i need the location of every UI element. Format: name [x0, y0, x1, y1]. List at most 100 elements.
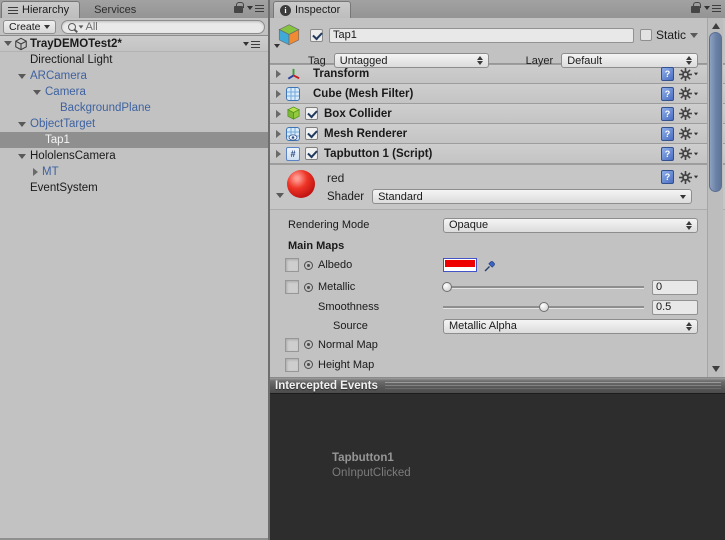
foldout-closed-icon[interactable]	[276, 150, 281, 158]
normal-map-label: Normal Map	[318, 339, 378, 351]
mesh-renderer-icon	[285, 126, 301, 142]
hierarchy-item-camera[interactable]: Camera	[0, 84, 268, 100]
material-foldout-icon[interactable]	[276, 193, 284, 198]
albedo-label: Albedo	[318, 259, 352, 271]
normal-map-target-icon[interactable]	[304, 340, 313, 349]
help-icon[interactable]: ?	[661, 107, 674, 121]
gameobject-icon-dropdown[interactable]	[274, 44, 280, 48]
tag-dropdown[interactable]: Untagged	[334, 53, 489, 68]
gear-icon[interactable]	[679, 147, 699, 160]
rendering-mode-dropdown[interactable]: Opaque	[443, 218, 698, 233]
foldout-open-icon[interactable]	[18, 74, 26, 79]
inspector-scrollbar[interactable]	[707, 18, 723, 377]
rendering-mode-row: Rendering Mode Opaque	[270, 217, 725, 233]
static-dropdown-arrow[interactable]	[690, 33, 698, 38]
gear-icon[interactable]	[679, 87, 699, 100]
component-box-collider[interactable]: Box Collider ?	[270, 104, 725, 124]
gear-icon[interactable]	[679, 107, 699, 120]
help-icon[interactable]: ?	[661, 67, 674, 81]
tab-services-label: Services	[94, 4, 136, 16]
layer-dropdown[interactable]: Default	[561, 53, 698, 68]
tab-hierarchy[interactable]: Hierarchy	[1, 1, 80, 18]
static-checkbox[interactable]	[640, 29, 652, 41]
component-tapbutton-script[interactable]: # Tapbutton 1 (Script) ?	[270, 144, 725, 164]
smoothness-slider[interactable]	[443, 299, 644, 315]
hierarchy-tree: TrayDEMOTest2* Directional Light ARCamer…	[0, 36, 268, 196]
lock-icon[interactable]	[234, 6, 243, 13]
scene-foldout-icon[interactable]	[4, 41, 12, 46]
intercepted-events-header[interactable]: Intercepted Events	[270, 377, 725, 393]
create-button[interactable]: Create	[3, 20, 56, 34]
pane-menu-icon[interactable]	[704, 4, 721, 12]
hierarchy-item-eventsystem[interactable]: EventSystem	[0, 180, 268, 196]
source-dropdown[interactable]: Metallic Alpha	[443, 319, 698, 334]
lock-icon[interactable]	[691, 6, 700, 13]
eyedropper-icon[interactable]	[483, 258, 498, 273]
component-enabled-checkbox[interactable]	[305, 147, 318, 160]
dropdown-arrows-icon	[686, 322, 692, 331]
hierarchy-item-tap1-selected[interactable]: Tap1	[0, 132, 268, 148]
scroll-up-arrow[interactable]	[710, 20, 722, 32]
help-icon[interactable]: ?	[661, 87, 674, 101]
material-header[interactable]: red Shader Standard ?	[270, 164, 725, 210]
smoothness-slider-knob[interactable]	[539, 302, 549, 312]
help-icon[interactable]: ?	[661, 170, 674, 184]
gameobject-active-checkbox[interactable]	[310, 29, 323, 42]
scene-menu-icon[interactable]	[243, 40, 260, 48]
shader-dropdown[interactable]: Standard	[372, 189, 692, 204]
pane-menu-icon[interactable]	[247, 4, 264, 12]
component-enabled-checkbox[interactable]	[305, 107, 318, 120]
metallic-value-field[interactable]	[652, 280, 698, 295]
foldout-open-icon[interactable]	[18, 122, 26, 127]
material-properties: Rendering Mode Opaque Main Maps Albedo	[270, 217, 725, 372]
hierarchy-item-directional-light[interactable]: Directional Light	[0, 52, 268, 68]
metallic-texture-slot[interactable]	[285, 280, 299, 294]
smoothness-label: Smoothness	[318, 301, 379, 313]
metallic-row: Metallic	[270, 279, 725, 295]
tab-inspector[interactable]: i Inspector	[273, 1, 351, 18]
gear-icon[interactable]	[679, 68, 699, 81]
gear-icon[interactable]	[679, 171, 699, 184]
tab-services[interactable]: Services	[80, 4, 150, 18]
height-map-target-icon[interactable]	[304, 360, 313, 369]
component-mesh-renderer[interactable]: Mesh Renderer ?	[270, 124, 725, 144]
help-icon[interactable]: ?	[661, 127, 674, 141]
hierarchy-tabbar: Hierarchy Services	[0, 0, 268, 18]
hierarchy-item-mt[interactable]: MT	[0, 164, 268, 180]
metallic-slider[interactable]	[443, 279, 644, 295]
normal-map-texture-slot[interactable]	[285, 338, 299, 352]
hierarchy-item-backgroundplane[interactable]: BackgroundPlane	[0, 100, 268, 116]
foldout-open-icon[interactable]	[18, 154, 26, 159]
gear-icon[interactable]	[679, 127, 699, 140]
albedo-texture-slot[interactable]	[285, 258, 299, 272]
gameobject-name-field[interactable]	[329, 28, 634, 43]
search-filter-arrow[interactable]	[78, 25, 83, 28]
scene-header[interactable]: TrayDEMOTest2*	[0, 36, 268, 52]
gameobject-header: Static Tag Untagged Layer Default	[270, 18, 725, 64]
smoothness-value-field[interactable]	[652, 300, 698, 315]
foldout-closed-icon[interactable]	[276, 130, 281, 138]
component-enabled-checkbox[interactable]	[305, 127, 318, 140]
height-map-texture-slot[interactable]	[285, 358, 299, 372]
hierarchy-item-hololenscamera[interactable]: HololensCamera	[0, 148, 268, 164]
help-icon[interactable]: ?	[661, 147, 674, 161]
search-input[interactable]: All	[61, 20, 265, 34]
gameobject-cube-icon[interactable]	[276, 22, 304, 48]
dropdown-arrows-icon	[477, 56, 483, 65]
albedo-target-icon[interactable]	[304, 261, 313, 270]
mesh-filter-icon	[285, 86, 301, 102]
foldout-closed-icon[interactable]	[33, 168, 38, 176]
component-mesh-filter[interactable]: Cube (Mesh Filter) ?	[270, 84, 725, 104]
foldout-closed-icon[interactable]	[276, 110, 281, 118]
main-maps-heading: Main Maps	[270, 239, 725, 252]
hierarchy-item-objecttarget[interactable]: ObjectTarget	[0, 116, 268, 132]
foldout-open-icon[interactable]	[33, 90, 41, 95]
foldout-closed-icon[interactable]	[276, 70, 281, 78]
foldout-closed-icon[interactable]	[276, 90, 281, 98]
scroll-down-arrow[interactable]	[710, 363, 722, 375]
hierarchy-item-arcamera[interactable]: ARCamera	[0, 68, 268, 84]
metallic-slider-knob[interactable]	[442, 282, 452, 292]
metallic-target-icon[interactable]	[304, 283, 313, 292]
scrollbar-thumb[interactable]	[709, 32, 722, 192]
albedo-color-swatch[interactable]	[443, 258, 477, 272]
